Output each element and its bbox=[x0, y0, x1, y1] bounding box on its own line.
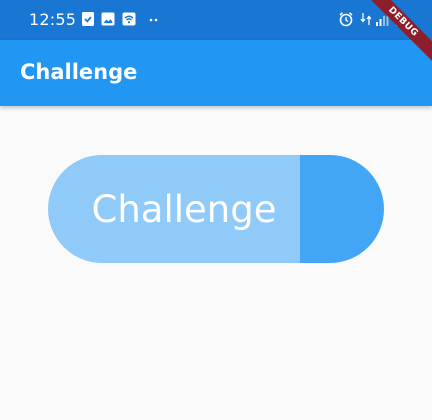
page-title: Challenge bbox=[20, 60, 138, 84]
signal-icon bbox=[376, 13, 389, 26]
wifi-notification-icon bbox=[122, 12, 136, 26]
status-bar: 12:55 bbox=[0, 0, 432, 40]
challenge-progress-fill: Challenge bbox=[48, 155, 300, 263]
data-transfer-icon bbox=[360, 13, 372, 25]
challenge-button[interactable]: Challenge bbox=[48, 155, 384, 263]
checkbox-notification-icon bbox=[82, 12, 94, 26]
app-bar: Challenge bbox=[0, 40, 432, 106]
status-time: 12:55 bbox=[29, 10, 77, 29]
more-notifications-icon bbox=[149, 18, 158, 22]
challenge-button-label: Challenge bbox=[91, 187, 277, 231]
battery-icon bbox=[396, 12, 404, 26]
challenge-progress-remaining bbox=[300, 155, 384, 263]
alarm-icon bbox=[339, 12, 353, 27]
image-notification-icon bbox=[101, 12, 115, 26]
